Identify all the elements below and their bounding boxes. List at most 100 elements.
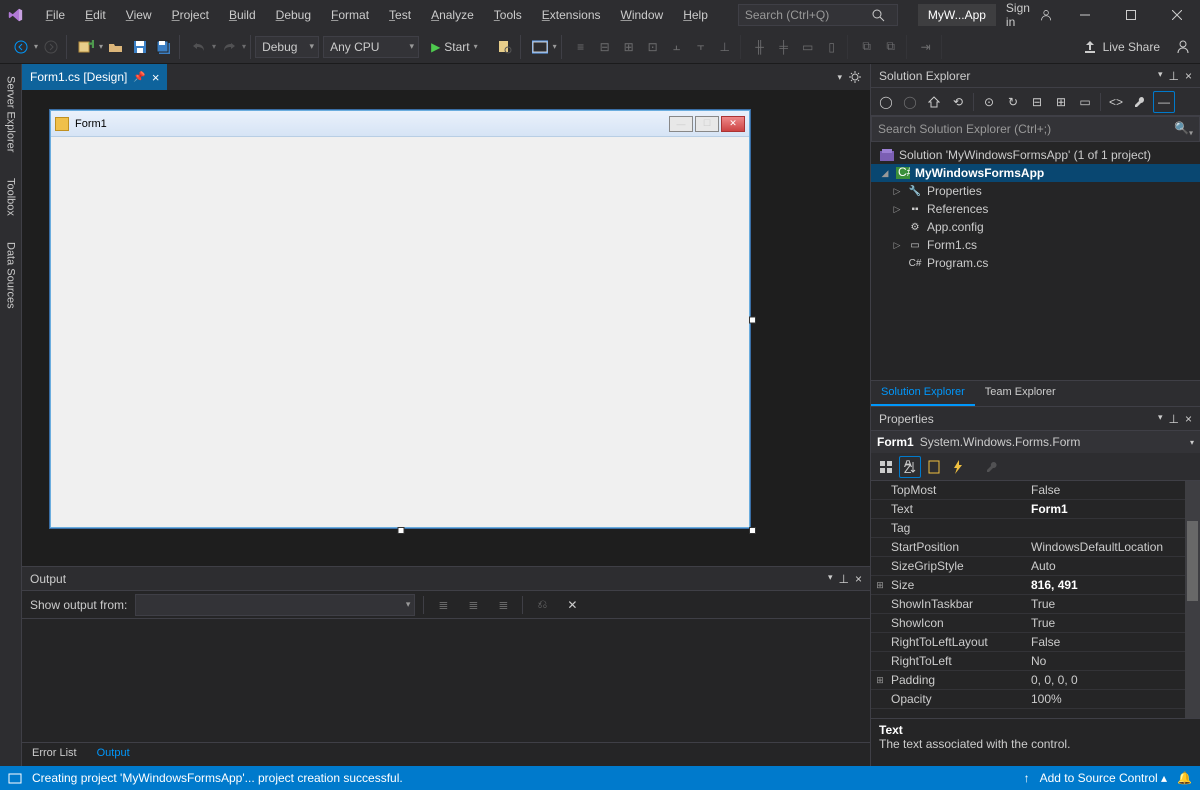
close-icon[interactable]: ×	[1185, 412, 1192, 426]
minimize-button[interactable]	[1062, 0, 1108, 30]
alphabetical-icon[interactable]: AZ	[899, 456, 921, 478]
property-value[interactable]: WindowsDefaultLocation	[1027, 540, 1200, 554]
props-object-combo[interactable]: Form1 System.Windows.Forms.Form ▾	[871, 431, 1200, 453]
menu-edit[interactable]: Edit	[75, 2, 116, 28]
property-row[interactable]: ShowInTaskbarTrue	[871, 595, 1200, 614]
property-row[interactable]: ⊞Size816, 491	[871, 576, 1200, 595]
undo-button[interactable]	[188, 36, 210, 58]
menu-test[interactable]: Test	[379, 2, 421, 28]
sol-tab-solution-explorer[interactable]: Solution Explorer	[871, 381, 975, 406]
property-row[interactable]: Tag	[871, 519, 1200, 538]
new-item-button[interactable]: ✚	[75, 36, 97, 58]
property-value[interactable]: 0, 0, 0, 0	[1027, 673, 1200, 687]
expander-icon[interactable]: ▷	[891, 186, 903, 197]
form-client-area[interactable]	[51, 137, 749, 527]
sol-search-input[interactable]: Search Solution Explorer (Ctrl+;) 🔍▾	[871, 116, 1200, 142]
source-control-button[interactable]: Add to Source Control ▴	[1040, 771, 1167, 785]
close-icon[interactable]: ×	[855, 572, 862, 586]
output-tab-output[interactable]: Output	[87, 743, 140, 766]
view-icon[interactable]: —	[1153, 91, 1175, 113]
expander-icon[interactable]: ⊞	[871, 580, 889, 591]
solution-node[interactable]: Solution 'MyWindowsFormsApp' (1 of 1 pro…	[871, 146, 1200, 164]
property-row[interactable]: RightToLeftLayoutFalse	[871, 633, 1200, 652]
dropdown-icon[interactable]: ▾	[1158, 69, 1163, 83]
tab-dropdown-icon[interactable]: ▾	[837, 72, 842, 83]
menu-extensions[interactable]: Extensions	[532, 2, 611, 28]
tree-node[interactable]: C#Program.cs	[871, 254, 1200, 272]
find-in-files-button[interactable]	[494, 36, 516, 58]
menu-debug[interactable]: Debug	[266, 2, 321, 28]
dropdown-icon[interactable]: ▾	[1158, 412, 1163, 426]
code-icon[interactable]: <>	[1105, 91, 1127, 113]
preview-icon[interactable]: ▭	[1074, 91, 1096, 113]
property-row[interactable]: StartPositionWindowsDefaultLocation	[871, 538, 1200, 557]
property-value[interactable]: No	[1027, 654, 1200, 668]
property-value[interactable]: 816, 491	[1027, 578, 1200, 592]
open-button[interactable]	[105, 36, 127, 58]
close-button[interactable]	[1154, 0, 1200, 30]
solution-tree[interactable]: Solution 'MyWindowsFormsApp' (1 of 1 pro…	[871, 142, 1200, 380]
output-source-combo[interactable]	[135, 594, 415, 616]
fwd-icon[interactable]: ◯	[899, 91, 921, 113]
close-icon[interactable]: ×	[152, 70, 160, 85]
scope-icon[interactable]: ⊙	[978, 91, 1000, 113]
expander-icon[interactable]: ▷	[891, 240, 903, 251]
pin-icon[interactable]: 📌	[133, 72, 145, 83]
properties-grid[interactable]: TopMostFalseTextForm1TagStartPositionWin…	[871, 481, 1200, 718]
back-icon[interactable]: ◯	[875, 91, 897, 113]
menu-analyze[interactable]: Analyze	[421, 2, 484, 28]
form-designer[interactable]: Form1 — ☐ ✕	[22, 90, 870, 566]
tree-node[interactable]: ▷🔧Properties	[871, 182, 1200, 200]
property-value[interactable]: 100%	[1027, 692, 1200, 706]
expander-icon[interactable]: ◢	[879, 168, 891, 179]
property-row[interactable]: SizeGripStyleAuto	[871, 557, 1200, 576]
property-value[interactable]: True	[1027, 616, 1200, 630]
resize-handle-se[interactable]	[749, 527, 756, 534]
property-row[interactable]: Opacity100%	[871, 690, 1200, 709]
notifications-icon[interactable]: 🔔	[1177, 771, 1192, 785]
tree-node[interactable]: ⚙App.config	[871, 218, 1200, 236]
refresh-icon[interactable]: ↻	[1002, 91, 1024, 113]
tree-node[interactable]: ▷▪▪References	[871, 200, 1200, 218]
home-icon[interactable]	[923, 91, 945, 113]
publish-icon[interactable]: ↑	[1024, 771, 1030, 785]
property-row[interactable]: TextForm1	[871, 500, 1200, 519]
menu-format[interactable]: Format	[321, 2, 379, 28]
maximize-button[interactable]	[1108, 0, 1154, 30]
pin-icon[interactable]: ⊥	[1169, 69, 1179, 83]
tool-tab-server-explorer[interactable]: Server Explorer	[3, 70, 19, 158]
search-input[interactable]: Search (Ctrl+Q)	[738, 4, 898, 26]
show-all-icon[interactable]: ⊞	[1050, 91, 1072, 113]
design-form[interactable]: Form1 — ☐ ✕	[50, 110, 750, 528]
save-all-button[interactable]	[153, 36, 175, 58]
scroll-thumb[interactable]	[1187, 521, 1198, 601]
menu-project[interactable]: Project	[162, 2, 219, 28]
property-value[interactable]: False	[1027, 483, 1200, 497]
property-row[interactable]: ShowIconTrue	[871, 614, 1200, 633]
properties-icon[interactable]	[1129, 91, 1151, 113]
resize-handle-e[interactable]	[749, 317, 756, 324]
menu-build[interactable]: Build	[219, 2, 266, 28]
nav-back-button[interactable]	[10, 36, 32, 58]
property-row[interactable]: RightToLeftNo	[871, 652, 1200, 671]
output-tab-error-list[interactable]: Error List	[22, 743, 87, 766]
redo-button[interactable]	[218, 36, 240, 58]
doc-tab-form1[interactable]: Form1.cs [Design] 📌 ×	[22, 64, 167, 90]
menu-file[interactable]: File	[36, 2, 75, 28]
platform-combo[interactable]: Any CPU	[323, 36, 419, 58]
property-row[interactable]: ⊞Padding0, 0, 0, 0	[871, 671, 1200, 690]
nav-fwd-button[interactable]	[40, 36, 62, 58]
feedback-button[interactable]	[1172, 36, 1194, 58]
pin-icon[interactable]: ⊥	[1169, 412, 1179, 426]
resize-handle-s[interactable]	[398, 527, 405, 534]
output-text[interactable]	[22, 619, 870, 742]
project-node[interactable]: ◢ C# MyWindowsFormsApp	[871, 164, 1200, 182]
tool-tab-data-sources[interactable]: Data Sources	[3, 236, 19, 315]
screenshot-button[interactable]	[529, 36, 551, 58]
live-share-button[interactable]: Live Share	[1075, 40, 1168, 54]
property-value[interactable]: False	[1027, 635, 1200, 649]
menu-view[interactable]: View	[116, 2, 162, 28]
close-icon[interactable]: ×	[1185, 69, 1192, 83]
events-icon[interactable]	[947, 456, 969, 478]
dropdown-icon[interactable]: ▾	[828, 572, 833, 586]
